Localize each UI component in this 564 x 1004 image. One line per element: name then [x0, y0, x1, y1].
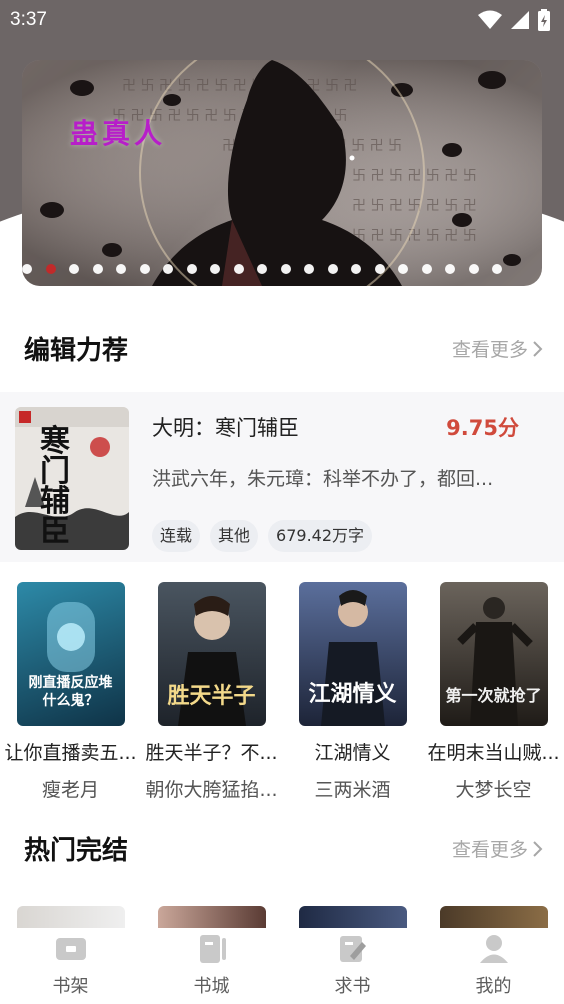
- request-book-icon: [339, 936, 366, 962]
- banner-artwork: 卍 卐 卍 卐 卍 卐 卍 卐 卍 卐 卍 卐 卍 卐 卍 卐 卍 卐 卍 卐 …: [22, 60, 542, 286]
- editor-more-link[interactable]: 查看更多: [452, 335, 544, 362]
- book-title: 胜天半子？不...: [145, 742, 278, 764]
- chevron-right-icon: [533, 840, 543, 857]
- book-author: 朝你大胯猛掐...: [145, 779, 278, 801]
- carousel-indicator: [22, 264, 542, 274]
- nav-request-book[interactable]: 求书: [282, 928, 423, 1004]
- tag-word-count: 679.42万字: [268, 520, 373, 552]
- carousel-dot[interactable]: [69, 264, 79, 274]
- carousel-dot[interactable]: [116, 264, 126, 274]
- editor-section-title: 编辑力荐: [24, 336, 129, 366]
- banner-title: 蛊真人: [70, 117, 167, 150]
- carousel-dot[interactable]: [327, 264, 338, 274]
- carousel-dot[interactable]: [421, 264, 432, 274]
- carousel-dot[interactable]: [210, 264, 220, 274]
- nav-label: 我的: [475, 976, 512, 997]
- featured-book-score: 9.75分: [446, 416, 519, 440]
- book-title: 在明末当山贼...: [427, 742, 560, 764]
- featured-book[interactable]: 寒门辅臣 大明：寒门辅臣 9.75分 洪武六年，朱元璋：科举不办了，都回... …: [0, 392, 564, 562]
- svg-text:卍 卐 卍 卐 卍 卐 卍 卐 卍 卐 卍 卐 卍: 卍 卐 卍 卐 卍 卐 卍 卐 卍 卐 卍 卐 卍: [122, 78, 357, 94]
- featured-book-description: 洪武六年，朱元璋：科举不办了，都回...: [152, 468, 494, 490]
- carousel-dot[interactable]: [280, 264, 291, 274]
- featured-book-tags: 连载 其他 679.42万字: [152, 520, 373, 552]
- carousel-dot[interactable]: [257, 264, 267, 274]
- featured-book-title: 大明：寒门辅臣: [152, 416, 299, 440]
- book-cover-title: 第一次就抢了: [445, 686, 542, 705]
- featured-book-cover[interactable]: 寒门辅臣: [15, 407, 129, 550]
- nav-label: 求书: [334, 976, 371, 997]
- tag-category: 其他: [210, 520, 259, 552]
- battery-icon: [538, 9, 550, 31]
- carousel-dot[interactable]: [398, 264, 408, 274]
- book-grid: 刚直播反应堆 什么鬼？ 让你直播卖五... 瘦老月 胜天半子 胜天半子？不...…: [0, 582, 564, 802]
- book-card[interactable]: 刚直播反应堆 什么鬼？ 让你直播卖五... 瘦老月: [0, 582, 141, 802]
- book-card[interactable]: 胜天半子 胜天半子？不... 朝你大胯猛掐...: [141, 582, 282, 802]
- book-author: 瘦老月: [41, 779, 99, 801]
- carousel-dot[interactable]: [445, 264, 455, 274]
- bookstore-icon: [199, 935, 226, 963]
- hot-section-header: 热门完结 查看更多: [24, 830, 544, 867]
- nav-label: 书架: [52, 976, 89, 997]
- editor-section-header: 编辑力荐 查看更多: [24, 330, 544, 367]
- carousel-dot[interactable]: [163, 264, 173, 274]
- more-label: 查看更多: [451, 839, 528, 861]
- book-cover[interactable]: 第一次就抢了: [439, 582, 548, 726]
- banner-carousel[interactable]: 卍 卐 卍 卐 卍 卐 卍 卐 卍 卐 卍 卐 卍 卐 卍 卐 卍 卐 卍 卐 …: [22, 60, 542, 286]
- book-cover-title: 江湖情义: [308, 682, 397, 707]
- svg-text:卐 卍 卐 卍 卐 卍 卐: 卐 卍 卐 卍 卐 卍 卐: [352, 228, 477, 244]
- nav-label: 书城: [193, 976, 230, 997]
- book-cover[interactable]: 江湖情义: [298, 582, 407, 726]
- carousel-dot[interactable]: [92, 264, 103, 274]
- app-screen: 3:37 卍 卐 卍 卐 卍 卐 卍 卐 卍 卐 卍 卐 卍 卐 卍 卐 卍 卐…: [0, 0, 564, 1004]
- carousel-dot[interactable]: [304, 264, 314, 274]
- carousel-dot[interactable]: [468, 264, 479, 274]
- book-cover[interactable]: 刚直播反应堆 什么鬼？: [16, 582, 125, 726]
- carousel-dot[interactable]: [233, 264, 244, 274]
- book-cover-title: 刚直播反应堆 什么鬼？: [28, 675, 113, 709]
- status-time: 3:37: [10, 9, 47, 30]
- svg-text:卍 卐 卍 卐 卍 卐 卍: 卍 卐 卍 卐 卍 卐 卍: [352, 198, 477, 214]
- nav-profile[interactable]: 我的: [423, 928, 564, 1004]
- more-label: 查看更多: [451, 339, 528, 361]
- book-cover[interactable]: 胜天半子: [157, 582, 266, 726]
- carousel-dot[interactable]: [374, 264, 385, 274]
- book-title: 让你直播卖五...: [4, 742, 137, 764]
- profile-icon: [479, 935, 508, 963]
- book-cover-title: 胜天半子: [167, 683, 256, 709]
- book-author: 大梦长空: [455, 779, 532, 801]
- carousel-dot[interactable]: [45, 264, 56, 274]
- svg-text:卐 卍 卐 卍 卐 卍 卐: 卐 卍 卐 卍 卐 卍 卐: [352, 168, 477, 184]
- carousel-dot[interactable]: [186, 264, 197, 274]
- book-card[interactable]: 江湖情义 江湖情义 三两米酒: [282, 582, 423, 802]
- chevron-right-icon: [533, 340, 543, 357]
- carousel-dot[interactable]: [139, 264, 150, 274]
- book-title: 江湖情义: [314, 742, 391, 764]
- bottom-navigation: 书架 书城 求书 我的: [0, 928, 564, 1004]
- hot-section-title: 热门完结: [24, 836, 129, 866]
- nav-bookstore[interactable]: 书城: [141, 928, 282, 1004]
- book-author: 三两米酒: [314, 779, 391, 801]
- hot-more-link[interactable]: 查看更多: [452, 835, 544, 862]
- bookshelf-icon: [55, 938, 86, 960]
- status-bar: 3:37: [0, 0, 564, 40]
- tag-status: 连载: [152, 520, 201, 552]
- carousel-dot[interactable]: [492, 264, 502, 274]
- signal-icon: [511, 11, 529, 29]
- carousel-dot[interactable]: [22, 264, 32, 274]
- wifi-icon: [478, 10, 502, 29]
- featured-cover-title: 寒门辅臣: [40, 424, 70, 549]
- status-icons: [478, 9, 550, 31]
- carousel-dot[interactable]: [351, 264, 361, 274]
- book-card[interactable]: 第一次就抢了 在明末当山贼... 大梦长空: [423, 582, 564, 802]
- nav-bookshelf[interactable]: 书架: [0, 928, 141, 1004]
